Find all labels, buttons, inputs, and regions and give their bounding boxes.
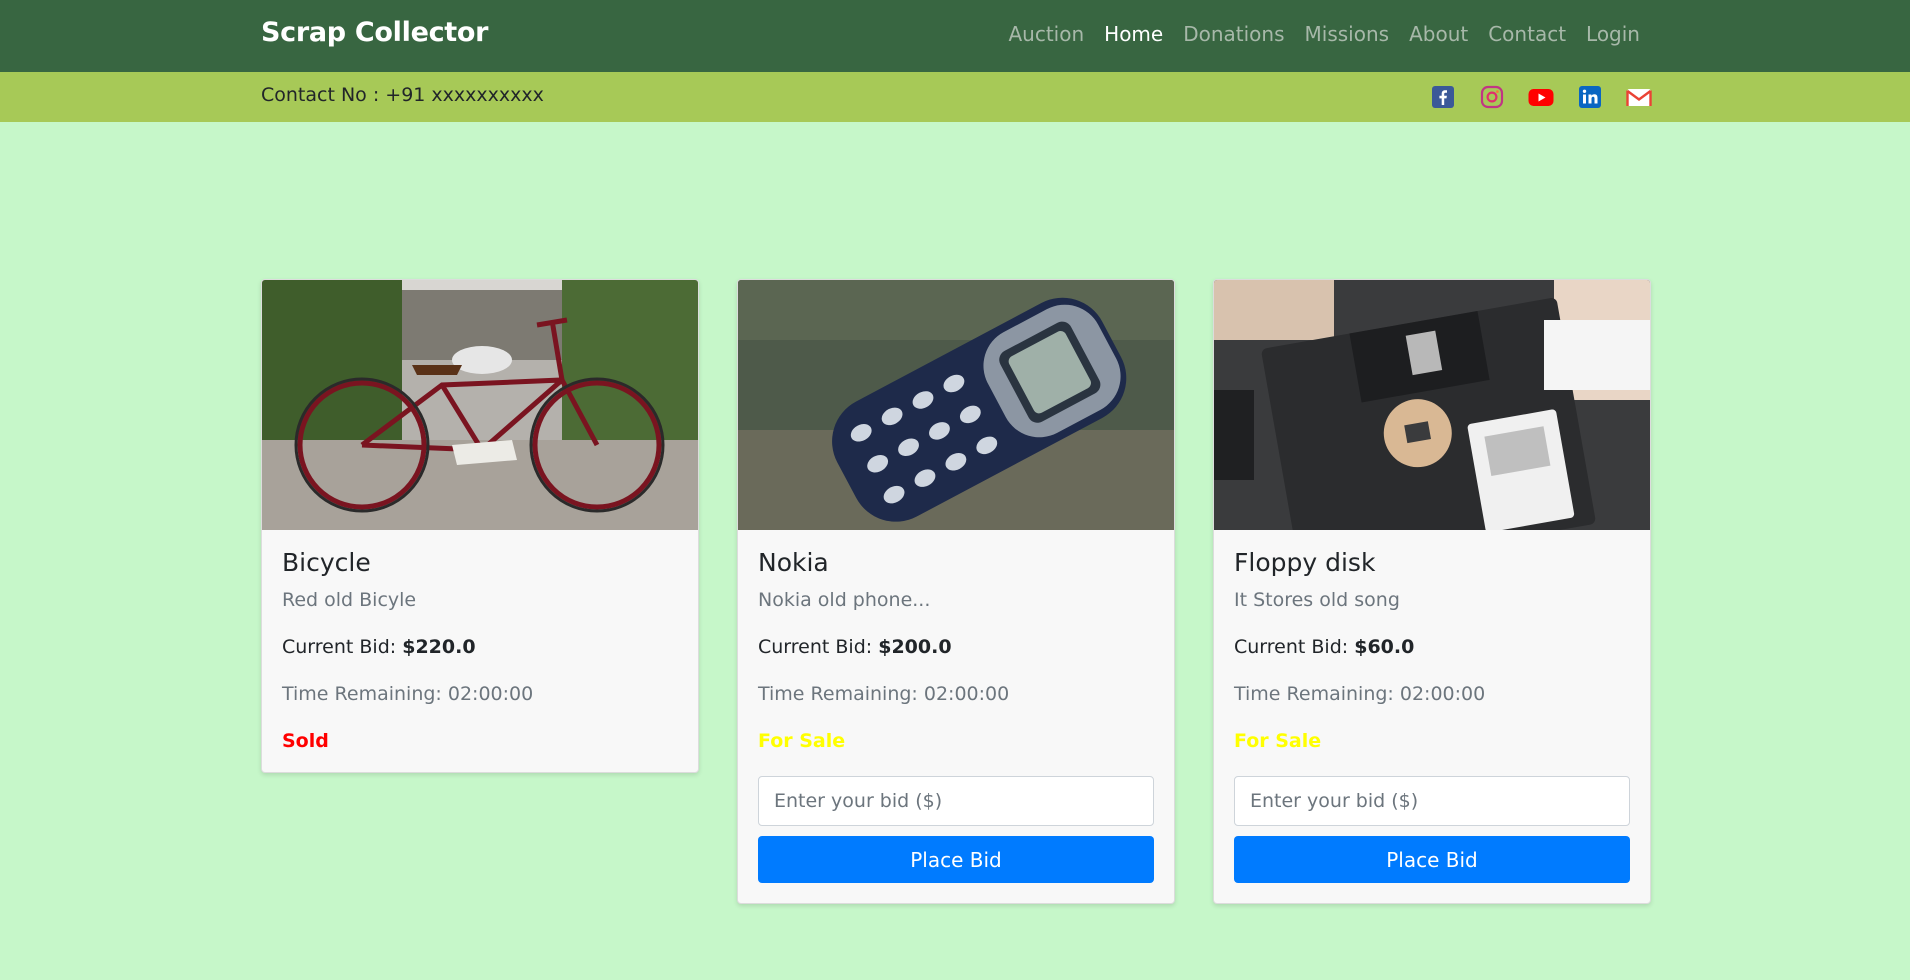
bicycle-photo [262,280,698,530]
nav-about[interactable]: About [1409,22,1468,46]
card-title: Floppy disk [1234,548,1376,577]
nav-home[interactable]: Home [1104,22,1163,46]
time-remaining: Time Remaining: 02:00:00 [1234,683,1486,705]
nav-login[interactable]: Login [1586,22,1640,46]
auction-card-bicycle: Bicycle Red old Bicyle Current Bid: $220… [261,279,699,773]
bid-input[interactable] [758,776,1154,826]
nav-auction[interactable]: Auction [1008,22,1084,46]
status-badge: Sold [282,730,329,752]
nav-donations[interactable]: Donations [1183,22,1284,46]
card-description: It Stores old song [1234,589,1400,611]
nav-missions[interactable]: Missions [1305,22,1390,46]
instagram-icon[interactable] [1479,84,1505,110]
current-bid-label: Current Bid: [758,636,879,658]
card-body: Floppy disk It Stores old song Current B… [1214,530,1650,903]
top-navbar: Scrap Collector Auction Home Donations M… [0,0,1910,72]
card-description: Red old Bicyle [282,589,417,611]
card-title: Bicycle [282,548,371,577]
card-body: Nokia Nokia old phone... Current Bid: $2… [738,530,1174,903]
auction-card-nokia: Nokia Nokia old phone... Current Bid: $2… [737,279,1175,904]
bid-input[interactable] [1234,776,1630,826]
current-bid-label: Current Bid: [1234,636,1355,658]
contact-bar: Contact No : +91 xxxxxxxxxx [0,72,1910,122]
nokia-phone-photo [738,280,1174,530]
current-bid: Current Bid: $200.0 [758,636,1154,658]
social-links [1430,84,1652,110]
status-badge: For Sale [1234,730,1322,752]
card-body: Bicycle Red old Bicyle Current Bid: $220… [262,530,698,772]
card-description: Nokia old phone... [758,589,931,611]
place-bid-button[interactable]: Place Bid [758,836,1154,883]
brand-logo[interactable]: Scrap Collector [261,17,488,48]
place-bid-button[interactable]: Place Bid [1234,836,1630,883]
floppy-disks-photo [1214,280,1650,530]
current-bid: Current Bid: $60.0 [1234,636,1630,658]
current-bid-value: $60.0 [1354,636,1415,658]
linkedin-icon[interactable] [1577,84,1603,110]
nav-links: Auction Home Donations Missions About Co… [1008,22,1640,46]
facebook-icon[interactable] [1430,84,1456,110]
current-bid-value: $200.0 [878,636,952,658]
auction-cards: Bicycle Red old Bicyle Current Bid: $220… [261,279,1651,904]
status-badge: For Sale [758,730,846,752]
time-remaining: Time Remaining: 02:00:00 [282,683,534,705]
contact-number: Contact No : +91 xxxxxxxxxx [261,84,544,106]
time-remaining: Time Remaining: 02:00:00 [758,683,1010,705]
current-bid-value: $220.0 [402,636,476,658]
card-title: Nokia [758,548,829,577]
nav-contact[interactable]: Contact [1488,22,1566,46]
gmail-icon[interactable] [1626,84,1652,110]
current-bid: Current Bid: $220.0 [282,636,678,658]
auction-card-floppy-disk: Floppy disk It Stores old song Current B… [1213,279,1651,904]
current-bid-label: Current Bid: [282,636,403,658]
youtube-icon[interactable] [1528,84,1554,110]
